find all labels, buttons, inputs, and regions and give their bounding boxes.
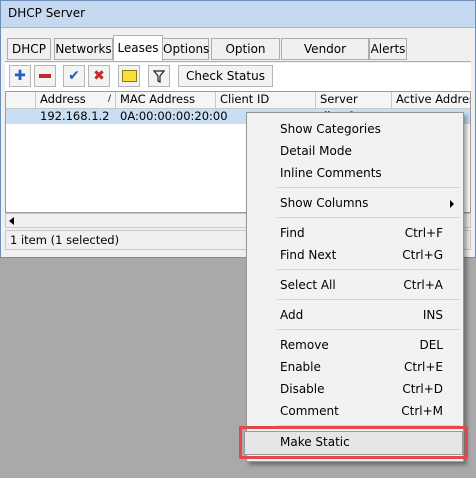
enable-button[interactable]: ✔ (63, 65, 85, 87)
remove-button[interactable] (34, 65, 56, 87)
note-icon (121, 70, 137, 82)
add-button[interactable]: ✚ (9, 65, 31, 87)
column-header-blank[interactable] (6, 92, 36, 108)
menu-separator (277, 329, 460, 330)
column-header-address[interactable]: Address / (36, 92, 116, 108)
menu-item-comment[interactable]: Comment Ctrl+M (247, 400, 463, 422)
menu-item-select-all[interactable]: Select All Ctrl+A (247, 274, 463, 296)
tab-divider (5, 61, 471, 62)
column-header-client-id[interactable]: Client ID (216, 92, 316, 108)
menu-separator (277, 187, 460, 188)
menu-item-add[interactable]: Add INS (247, 304, 463, 326)
window-title: DHCP Server (8, 6, 86, 20)
highlight-annotation-box (239, 426, 468, 459)
menu-item-find[interactable]: Find Ctrl+F (247, 222, 463, 244)
menu-item-inline-comments[interactable]: Inline Comments (247, 162, 463, 184)
plus-icon: ✚ (14, 68, 26, 84)
tab-alerts[interactable]: Alerts (369, 38, 407, 60)
column-header-active-address[interactable]: Active Address (392, 92, 470, 108)
toolbar: ✚ ✔ ✖ Check Status (5, 63, 471, 91)
column-header-server[interactable]: Server (316, 92, 392, 108)
cell-address: 192.168.1.2 (40, 109, 110, 123)
disable-button[interactable]: ✖ (88, 65, 110, 87)
cell-client-id (216, 109, 220, 124)
menu-item-show-columns[interactable]: Show Columns (247, 192, 463, 214)
tab-leases[interactable]: Leases (113, 35, 163, 61)
menu-item-remove[interactable]: Remove DEL (247, 334, 463, 356)
check-icon: ✔ (68, 68, 80, 84)
tab-vendor-classes[interactable]: Vendor Classes (281, 38, 369, 76)
menu-item-show-categories[interactable]: Show Categories (247, 118, 463, 140)
minus-icon (39, 74, 51, 78)
menu-separator (277, 299, 460, 300)
tab-dhcp[interactable]: DHCP (7, 38, 51, 60)
title-bar[interactable]: DHCP Server (1, 1, 475, 28)
x-icon: ✖ (93, 68, 105, 84)
scroll-left-icon[interactable] (9, 217, 14, 225)
comment-button[interactable] (118, 65, 140, 87)
table-header: Address / MAC Address Client ID Server A… (6, 92, 470, 109)
menu-item-enable[interactable]: Enable Ctrl+E (247, 356, 463, 378)
cell-mac: 0A:00:00:00:20:00 (120, 109, 228, 123)
tab-option-sets[interactable]: Option Sets (211, 38, 280, 76)
tab-options[interactable]: Options (162, 38, 209, 60)
sort-icon: / (107, 94, 111, 104)
menu-separator (277, 217, 460, 218)
menu-item-detail-mode[interactable]: Detail Mode (247, 140, 463, 162)
column-header-mac[interactable]: MAC Address (116, 92, 216, 108)
menu-separator (277, 269, 460, 270)
menu-item-find-next[interactable]: Find Next Ctrl+G (247, 244, 463, 266)
submenu-arrow-icon (450, 200, 454, 208)
menu-item-disable[interactable]: Disable Ctrl+D (247, 378, 463, 400)
filter-button[interactable] (148, 65, 170, 87)
check-status-button[interactable]: Check Status (178, 65, 273, 87)
filter-icon (153, 69, 165, 83)
status-text: 1 item (1 selected) (10, 233, 120, 247)
tab-networks[interactable]: Networks (54, 38, 113, 60)
context-menu: Show Categories Detail Mode Inline Comme… (246, 112, 464, 462)
